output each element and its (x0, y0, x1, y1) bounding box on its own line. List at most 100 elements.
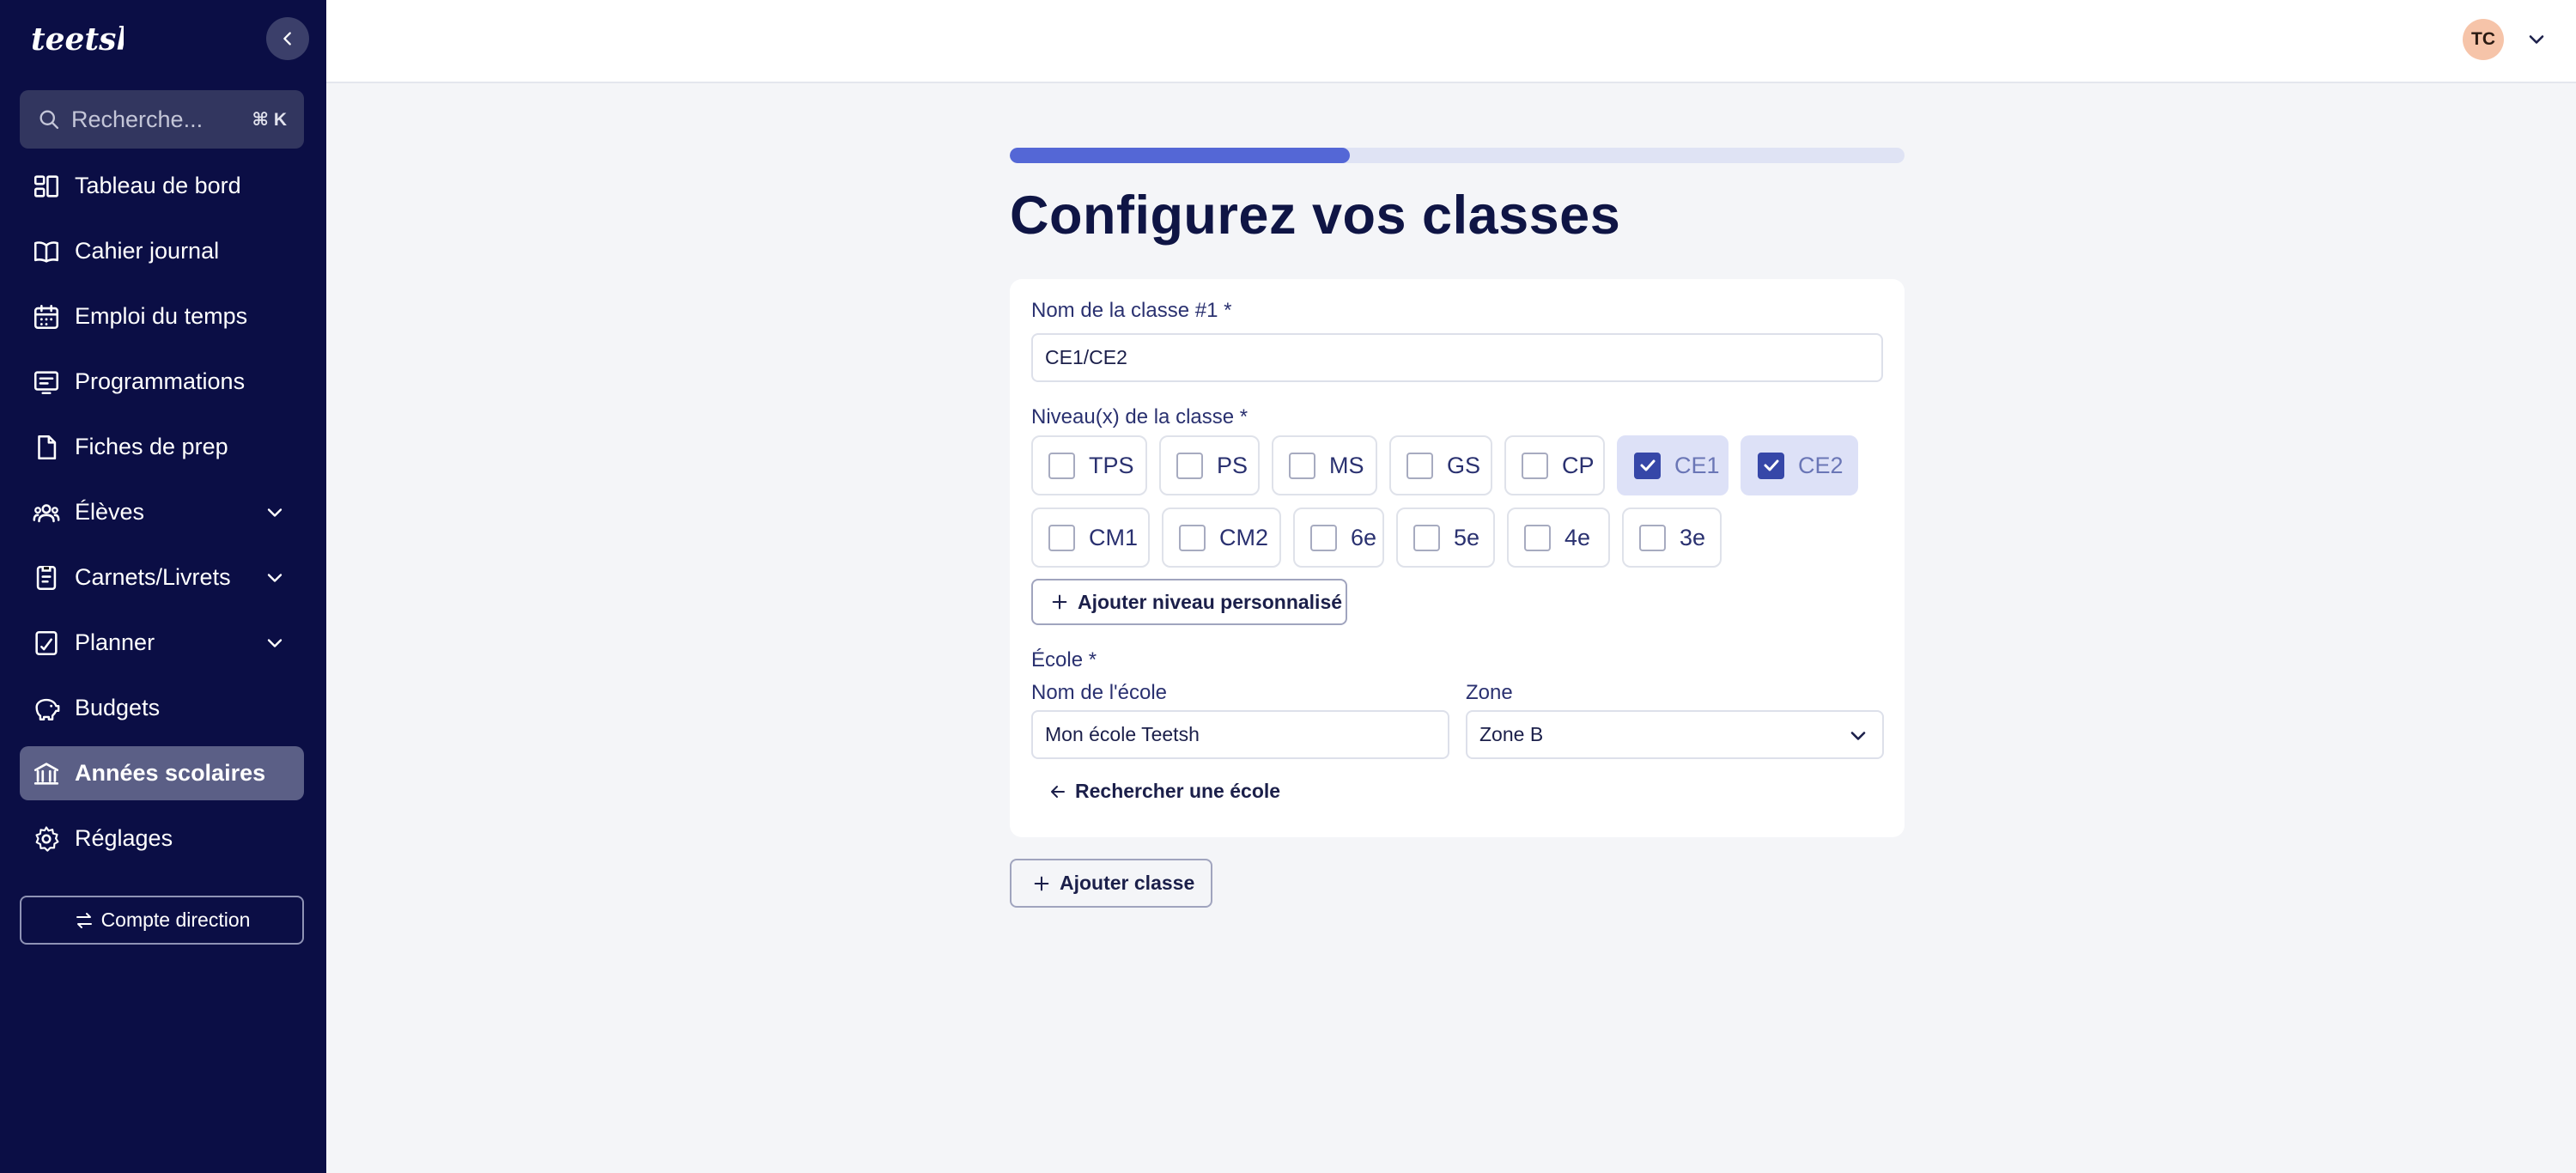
school-name-label: Nom de l'école (1031, 681, 1167, 704)
level-chip-label: CE1 (1674, 452, 1720, 478)
checkbox[interactable] (1048, 452, 1075, 479)
sidebar-item-label: Années scolaires (75, 760, 266, 786)
level-chip-label: 3e (1680, 524, 1706, 550)
level-chip-tps[interactable]: TPS (1031, 435, 1147, 495)
levels-row-2: CM1 CM2 6e 5e 4e 3e (1031, 507, 1890, 569)
teetsh-logo[interactable]: teetsh (29, 17, 139, 60)
sidebar-item-label: Planner (75, 629, 155, 655)
checkbox[interactable] (1176, 452, 1203, 479)
level-chip-label: PS (1217, 452, 1249, 478)
level-chip-ce1[interactable]: CE1 (1617, 435, 1728, 495)
level-chip-gs[interactable]: GS (1389, 435, 1492, 495)
sidebar-item-carnets-livrets[interactable]: Carnets/Livrets (20, 550, 304, 605)
zone-selected-value: Zone B (1479, 723, 1544, 745)
checkbox-checked[interactable] (1634, 452, 1661, 479)
search-placeholder: Recherche... (71, 106, 204, 132)
add-custom-level-button[interactable]: Ajouter niveau personnalisé (1031, 579, 1347, 625)
search-icon (39, 110, 59, 130)
level-chip-cp[interactable]: CP (1504, 435, 1605, 495)
sidebar-item-programmations[interactable]: Programmations (20, 355, 304, 409)
sidebar: teetsh Recherche... ⌘ K Tableau de bord … (0, 0, 326, 1173)
swap-icon (76, 912, 92, 928)
sidebar-item-label: Élèves (75, 499, 145, 525)
level-chip-label: CP (1562, 452, 1595, 478)
search-shortcut: ⌘ K (252, 109, 287, 130)
chevron-down-icon (267, 639, 283, 647)
chevron-down-icon (267, 508, 283, 517)
class-name-label: Nom de la classe #1 * (1031, 299, 1232, 322)
arrow-left-icon (1051, 785, 1065, 798)
chevron-down-icon[interactable] (2524, 27, 2549, 52)
level-chip-5e[interactable]: 5e (1396, 507, 1495, 568)
checkbox[interactable] (1406, 452, 1433, 479)
sidebar-item-emploi-du-temps[interactable]: Emploi du temps (20, 289, 304, 343)
checkbox[interactable] (1179, 524, 1206, 551)
logo-mark: teetsh (31, 21, 139, 58)
avatar[interactable]: TC (2463, 19, 2504, 60)
level-chip-ms[interactable]: MS (1272, 435, 1377, 495)
sidebar-item-label: Programmations (75, 368, 246, 394)
class-name-input[interactable]: CE1/CE2 (1031, 333, 1883, 382)
sidebar-item-planner[interactable]: Planner (20, 616, 304, 670)
switch-account-button[interactable]: Compte direction (20, 896, 304, 945)
level-chip-label: 6e (1351, 524, 1377, 550)
zone-select[interactable]: Zone B (1466, 710, 1884, 759)
school-label: École * (1031, 648, 1097, 672)
sidebar-item-fiches-de-prep[interactable]: Fiches de prep (20, 420, 304, 474)
checkbox[interactable] (1048, 524, 1075, 551)
school-name-input[interactable]: Mon école Teetsh (1031, 710, 1449, 759)
collapse-sidebar-button[interactable] (266, 17, 309, 60)
level-chip-6e[interactable]: 6e (1293, 507, 1384, 568)
check-icon (1764, 459, 1778, 471)
level-chip-label: 4e (1564, 524, 1591, 550)
add-class-label: Ajouter classe (1060, 872, 1195, 894)
calendar-icon (32, 302, 61, 331)
search-school-link[interactable]: Rechercher une école (1048, 780, 1280, 803)
sidebar-item-eleves[interactable]: Élèves (20, 485, 304, 539)
notebook-icon (32, 563, 61, 593)
level-chip-label: TPS (1089, 452, 1134, 478)
sidebar-item-reglages[interactable]: Réglages (20, 811, 304, 866)
level-chip-label: GS (1447, 452, 1481, 478)
presentation-icon (32, 368, 61, 397)
progress-fill (1010, 148, 1350, 163)
gear-icon (32, 824, 61, 854)
sidebar-item-label: Réglages (75, 825, 173, 851)
search-input[interactable]: Recherche... ⌘ K (20, 90, 304, 149)
level-chip-label: CM2 (1219, 524, 1269, 550)
checkbox[interactable] (1639, 524, 1666, 551)
checkbox[interactable] (1524, 524, 1551, 551)
sidebar-nav: Tableau de bord Cahier journal Emploi du… (20, 159, 304, 877)
checkbox[interactable] (1413, 524, 1440, 551)
level-chip-4e[interactable]: 4e (1507, 507, 1610, 568)
checkbox[interactable] (1522, 452, 1548, 479)
level-chip-ce2[interactable]: CE2 (1741, 435, 1858, 495)
plus-icon (1052, 594, 1067, 610)
sidebar-item-label: Cahier journal (75, 238, 220, 264)
class-form-card: Nom de la classe #1 * CE1/CE2 Niveau(x) … (1010, 279, 1905, 837)
checkbox-checked[interactable] (1758, 452, 1784, 479)
level-chip-cm2[interactable]: CM2 (1162, 507, 1281, 568)
level-chip-label: CM1 (1089, 524, 1139, 550)
zone-label: Zone (1466, 681, 1513, 704)
sidebar-item-label: Carnets/Livrets (75, 564, 231, 590)
level-chip-3e[interactable]: 3e (1622, 507, 1722, 568)
level-chip-cm1[interactable]: CM1 (1031, 507, 1150, 568)
level-chip-label: MS (1329, 452, 1364, 478)
checkbox[interactable] (1310, 524, 1337, 551)
add-class-button[interactable]: Ajouter classe (1010, 859, 1212, 908)
add-custom-level-label: Ajouter niveau personnalisé (1078, 590, 1343, 613)
search-school-label: Rechercher une école (1075, 780, 1281, 802)
top-bar: TC (326, 0, 2576, 83)
page-title: Configurez vos classes (1010, 185, 1621, 246)
levels-row-1: TPS PS MS GS CP CE1 CE2 (1031, 435, 1890, 497)
sidebar-item-cahier-journal[interactable]: Cahier journal (20, 224, 304, 278)
sidebar-item-budgets[interactable]: Budgets (20, 681, 304, 735)
sidebar-item-annees-scolaires[interactable]: Années scolaires (20, 746, 304, 800)
sidebar-item-label: Fiches de prep (75, 434, 228, 459)
sidebar-item-tableau-de-bord[interactable]: Tableau de bord (20, 159, 304, 213)
checkbox[interactable] (1289, 452, 1315, 479)
level-chip-ps[interactable]: PS (1159, 435, 1260, 495)
svg-text:teetsh: teetsh (31, 21, 124, 58)
sidebar-item-label: Emploi du temps (75, 303, 248, 329)
